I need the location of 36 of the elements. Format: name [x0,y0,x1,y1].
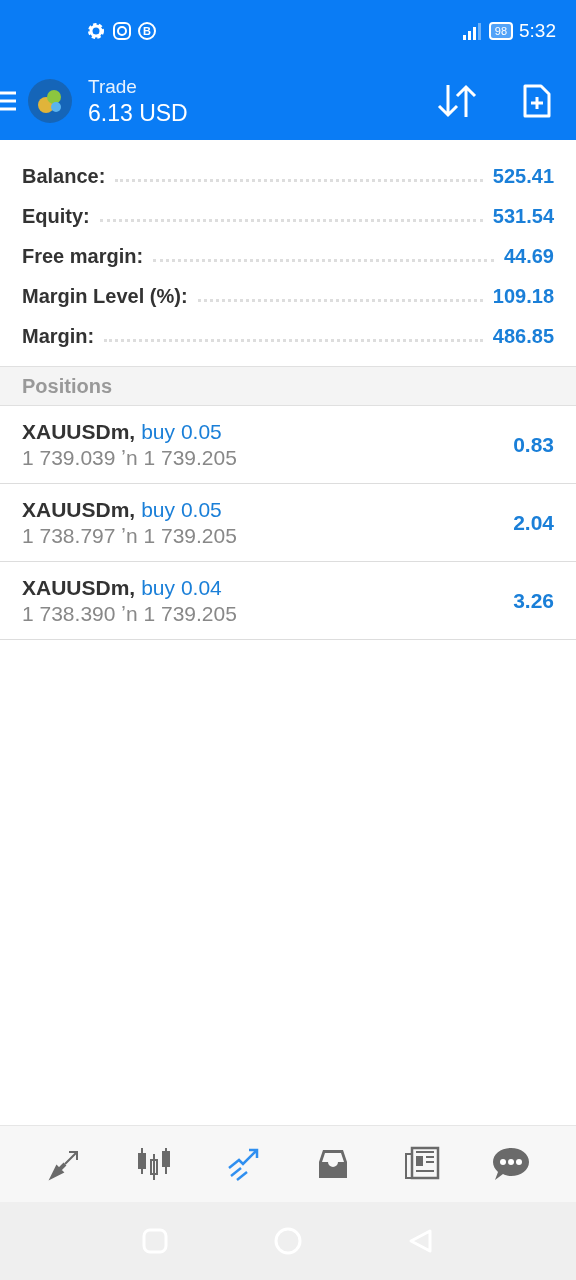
summary-value: 486.85 [492,324,554,348]
price-range: 1 738.390 ʼn 1 739.205 [22,601,238,626]
summary-value: 525.41 [492,164,554,188]
price-range: 1 738.797 ʼn 1 739.205 [22,523,238,548]
symbol: XAUUSDm, [22,497,136,522]
symbol: XAUUSDm, [22,575,136,600]
summary-value: 44.69 [503,244,554,268]
profit-value: 2.04 [513,510,554,535]
battery-indicator: 98 [488,22,513,40]
position-row[interactable]: XAUUSDm, buy 0.05 1 738.797 ʼn 1 739.205 2.04 [0,484,576,562]
summary-label: Equity: [22,204,90,228]
signal-icon [460,21,483,41]
order-type: buy 0.05 [141,497,222,522]
menu-icon[interactable] [0,90,16,112]
app-logo-icon [28,79,72,123]
clock: 5:32 [519,20,556,42]
summary-label: Margin: [22,324,95,348]
summary-value: 531.54 [492,204,554,228]
summary-label: Free margin: [22,244,144,268]
summary-value: 109.18 [492,284,554,308]
camera-icon [112,21,132,41]
account-balance: 6.13 USD [88,99,188,127]
position-row[interactable]: XAUUSDm, buy 0.05 1 739.039 ʼn 1 739.205 0.83 [0,406,576,484]
order-type: buy 0.04 [141,575,222,600]
summary-label: Margin Level (%): [22,284,188,308]
price-range: 1 739.039 ʼn 1 739.205 [22,445,238,470]
position-row[interactable]: XAUUSDm, buy 0.04 1 738.390 ʼn 1 739.205 3.26 [0,562,576,640]
order-type: buy 0.05 [141,419,222,444]
profit-value: 3.26 [513,588,554,613]
symbol: XAUUSDm, [22,419,136,444]
section-header: Positions [0,366,576,406]
gear-icon [86,21,106,41]
screen-title: Trade [88,75,138,98]
notification-badge: B [138,22,156,40]
summary-label: Balance: [22,164,106,188]
profit-value: 0.83 [513,432,554,457]
